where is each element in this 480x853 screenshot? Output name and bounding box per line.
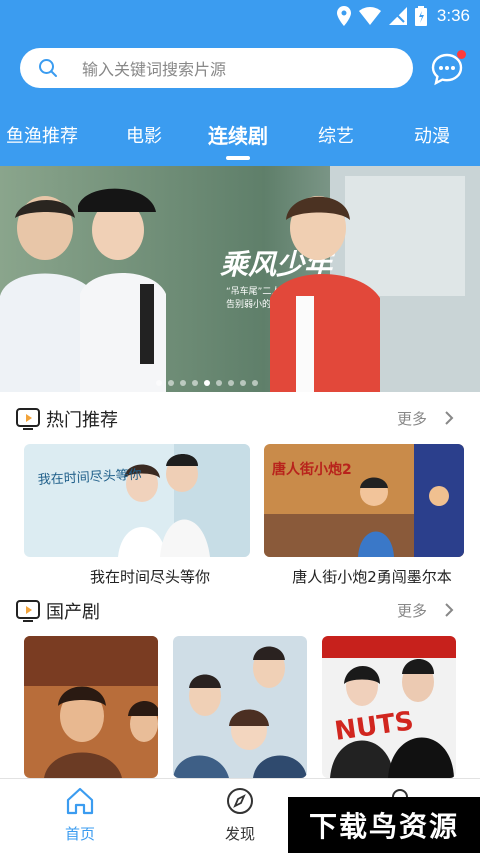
banner-dot[interactable] [156, 380, 162, 386]
search-placeholder: 输入关键词搜索片源 [82, 60, 227, 79]
compass-icon [227, 788, 253, 814]
tab-recommend[interactable]: 鱼渔推荐 [6, 122, 78, 148]
section-domestic-title: 国产剧 [46, 602, 100, 623]
section-domestic-header: 国产剧 更多 [0, 596, 480, 626]
poster-title-text: 唐人街小炮2 [272, 461, 352, 478]
featured-banner[interactable]: 乘风少年 “吊车尾”二人组 意外反击 告别弱小的少年开始逆袭 [0, 166, 480, 392]
battery-icon [414, 6, 427, 26]
tab-variety[interactable]: 综艺 [318, 122, 354, 148]
banner-dot[interactable] [168, 380, 174, 386]
hot-card-2-caption[interactable]: 唐人街小炮2勇闯墨尔本 [264, 566, 480, 587]
banner-dot[interactable] [240, 380, 246, 386]
section-hot-title: 热门推荐 [46, 410, 118, 431]
banner-dot[interactable] [252, 380, 258, 386]
wifi-icon [358, 7, 381, 25]
poster-image: NUTS [322, 636, 456, 778]
search-icon [39, 59, 57, 77]
domestic-card-3[interactable]: NUTS [322, 636, 456, 778]
tv-play-icon [16, 600, 40, 622]
banner-dot[interactable] [180, 380, 186, 386]
poster-image [173, 636, 307, 778]
notification-badge [457, 50, 466, 59]
status-time: 3:36 [436, 6, 470, 25]
tab-movie[interactable]: 电影 [126, 122, 162, 148]
section-hot-header: 热门推荐 更多 [0, 404, 480, 434]
banner-dot[interactable] [228, 380, 234, 386]
location-icon [336, 6, 351, 26]
poster-image: 我在时间尽头等你 [24, 444, 250, 557]
search-input[interactable]: 输入关键词搜索片源 [20, 48, 413, 88]
tab-series[interactable]: 连续剧 [208, 120, 268, 149]
message-button[interactable] [430, 50, 466, 86]
signal-icon [388, 7, 407, 25]
nav-discover[interactable]: 发现 [200, 787, 280, 844]
nav-home[interactable]: 首页 [40, 787, 120, 844]
hot-card-1[interactable]: 我在时间尽头等你 [24, 444, 250, 557]
search-row: 输入关键词搜索片源 [0, 48, 480, 90]
banner-image: 乘风少年 “吊车尾”二人组 意外反击 告别弱小的少年开始逆袭 [0, 166, 480, 392]
app-header: 3:36 输入关键词搜索片源 鱼渔推荐 电影 连续剧 综艺 动漫 [0, 0, 480, 166]
banner-dot-active[interactable] [204, 380, 210, 386]
banner-dot[interactable] [192, 380, 198, 386]
poster-image: 唐人街小炮2 [264, 444, 464, 557]
hot-card-1-caption[interactable]: 我在时间尽头等你 [24, 566, 276, 587]
status-bar: 3:36 [0, 0, 480, 36]
nav-discover-label: 发现 [224, 825, 255, 843]
domestic-card-1[interactable] [24, 636, 158, 778]
tv-play-icon [16, 408, 40, 430]
status-icons: 3:36 [336, 6, 470, 26]
banner-dot[interactable] [216, 380, 222, 386]
banner-pagination [156, 380, 258, 386]
section-domestic-more[interactable]: 更多 [397, 600, 427, 621]
poster-image [24, 636, 158, 778]
chevron-right-icon[interactable] [444, 410, 454, 426]
tab-anime[interactable]: 动漫 [414, 122, 450, 148]
tab-active-indicator [226, 156, 250, 160]
domestic-card-2[interactable] [173, 636, 307, 778]
watermark: 下载鸟资源 [288, 797, 480, 853]
category-tabs: 鱼渔推荐 电影 连续剧 综艺 动漫 [0, 112, 480, 166]
hot-card-2[interactable]: 唐人街小炮2 [264, 444, 464, 557]
home-icon [66, 787, 94, 815]
chevron-right-icon[interactable] [444, 602, 454, 618]
nav-home-label: 首页 [64, 825, 95, 843]
section-hot-more[interactable]: 更多 [397, 408, 427, 429]
